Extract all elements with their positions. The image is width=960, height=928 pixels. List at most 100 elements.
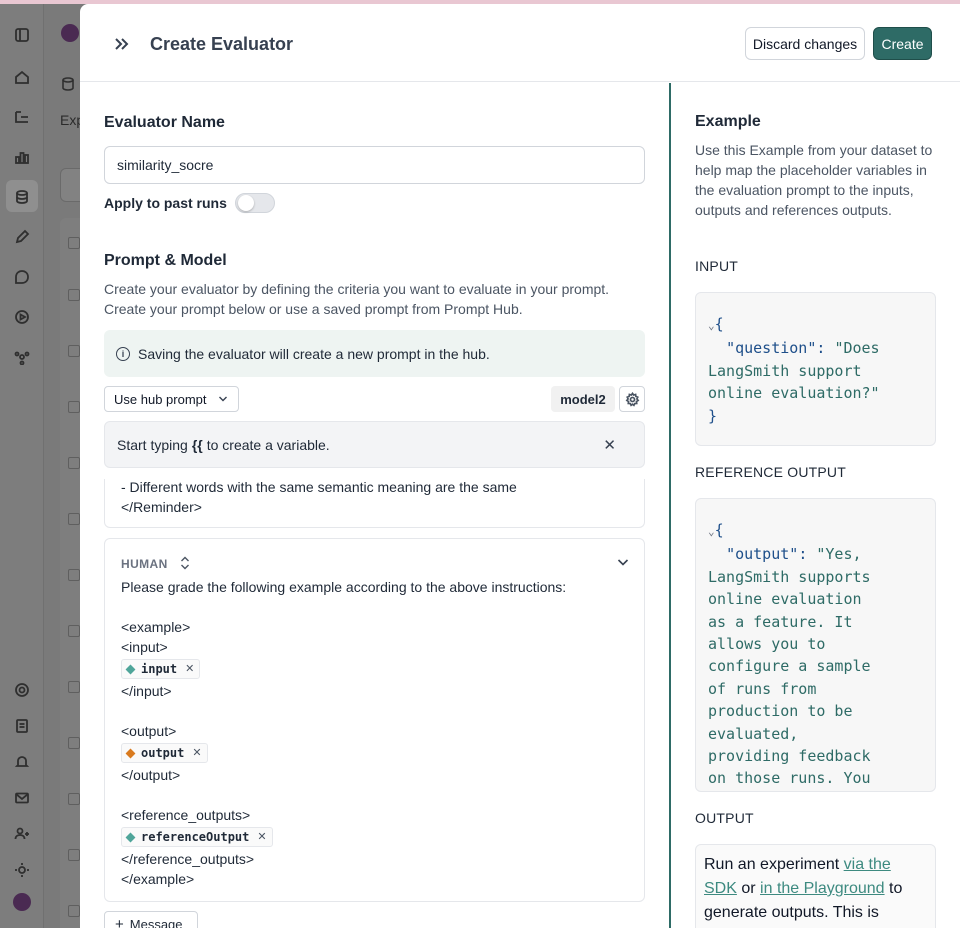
- sidebar-toggle-icon[interactable]: [13, 26, 31, 44]
- apply-past-runs-label: Apply to past runs: [104, 195, 227, 211]
- system-message-line: </Reminder>: [121, 499, 202, 515]
- create-button[interactable]: Create: [873, 27, 932, 60]
- row-checkbox[interactable]: [68, 625, 80, 637]
- create-evaluator-modal: Create Evaluator Discard changes Create …: [80, 4, 960, 928]
- evaluator-name-input[interactable]: similarity_socre: [104, 146, 645, 184]
- message-line: </output>: [121, 767, 181, 783]
- notifications-icon[interactable]: [13, 753, 31, 771]
- prompt-description: Create your evaluator by defining the cr…: [104, 281, 610, 317]
- variable-hint-text-after: to create a variable.: [206, 436, 330, 453]
- json-value-line: evaluated,: [708, 724, 799, 743]
- mail-icon[interactable]: [13, 789, 31, 807]
- system-message-editor[interactable]: - Different words with the same semantic…: [104, 479, 645, 528]
- json-value-line: online evaluation?": [708, 384, 880, 403]
- row-checkbox[interactable]: [68, 345, 80, 357]
- home-icon[interactable]: [13, 68, 31, 86]
- row-checkbox[interactable]: [68, 681, 80, 693]
- datasets-icon[interactable]: [13, 188, 31, 206]
- close-hint-icon[interactable]: ✕: [603, 436, 616, 454]
- reference-json-viewer[interactable]: ⌄{ "output": "Yes, LangSmith supports on…: [695, 498, 936, 792]
- projects-icon[interactable]: [13, 108, 31, 126]
- variable-chip-input[interactable]: input ✕: [121, 659, 201, 679]
- row-checkbox[interactable]: [68, 289, 80, 301]
- json-value-line: on those runs. You: [708, 769, 871, 788]
- row-checkbox[interactable]: [68, 457, 80, 469]
- variable-chip-label: input: [141, 662, 178, 676]
- info-banner: i Saving the evaluator will create a new…: [104, 330, 645, 377]
- chevron-up-down-icon[interactable]: [179, 555, 191, 571]
- double-chevron-right-icon: [115, 38, 129, 50]
- deployments-icon[interactable]: [13, 348, 31, 366]
- json-value-line: configure a sample: [708, 657, 871, 676]
- row-checkbox[interactable]: [68, 237, 80, 249]
- json-value-line: providing feedback: [708, 747, 871, 766]
- example-panel: Example Use this Example from your datas…: [671, 83, 960, 928]
- row-checkbox[interactable]: [68, 849, 80, 861]
- output-text: Run an experiment: [704, 856, 840, 873]
- json-value-line: online evaluation: [708, 590, 862, 609]
- evaluator-form: Evaluator Name similarity_socre Apply to…: [80, 83, 669, 928]
- theme-icon[interactable]: [13, 861, 31, 879]
- variable-chip-reference[interactable]: referenceOutput ✕: [121, 827, 273, 847]
- variable-hint-banner: Start typing {{ to create a variable. ✕: [104, 421, 645, 468]
- collapse-panel-button[interactable]: [108, 32, 134, 56]
- variable-diamond-icon: [125, 832, 136, 842]
- remove-variable-icon[interactable]: ✕: [192, 743, 201, 763]
- row-checkbox[interactable]: [68, 905, 80, 917]
- variable-hint-braces: {{: [191, 436, 203, 453]
- human-message-editor[interactable]: Please grade the following example accor…: [121, 577, 631, 889]
- add-message-button[interactable]: + Message: [104, 911, 198, 928]
- json-value-line: of runs from: [708, 679, 817, 698]
- row-checkbox[interactable]: [68, 401, 80, 413]
- reference-json-content: ⌄{ "output": "Yes, LangSmith supports on…: [708, 521, 871, 788]
- row-checkbox[interactable]: [68, 737, 80, 749]
- prompts-icon[interactable]: [13, 268, 31, 286]
- variable-chip-output[interactable]: output ✕: [121, 743, 208, 763]
- collapse-caret-icon[interactable]: ⌄: [708, 319, 715, 332]
- variable-line: input ✕: [121, 657, 631, 681]
- row-checkbox[interactable]: [68, 569, 80, 581]
- reference-output-label: REFERENCE OUTPUT: [695, 464, 846, 480]
- use-hub-prompt-select[interactable]: Use hub prompt: [104, 386, 239, 412]
- playground-icon[interactable]: [13, 308, 31, 326]
- plus-icon: +: [115, 915, 124, 928]
- variable-hint-text-before: Start typing: [117, 436, 188, 453]
- remove-variable-icon[interactable]: ✕: [257, 827, 266, 847]
- monitoring-icon[interactable]: [13, 148, 31, 166]
- variable-diamond-icon: [125, 748, 136, 758]
- message-role-label[interactable]: HUMAN: [121, 557, 168, 571]
- json-value-line: "Yes,: [816, 545, 862, 564]
- add-user-icon[interactable]: [13, 825, 31, 843]
- input-json-viewer[interactable]: ⌄{ "question": "Does LangSmith support o…: [695, 292, 936, 446]
- example-description: Use this Example from your dataset to he…: [695, 142, 933, 218]
- apply-past-runs-toggle[interactable]: [235, 193, 275, 213]
- in-playground-link[interactable]: in the Playground: [760, 880, 885, 897]
- settings-icon[interactable]: [13, 681, 31, 699]
- json-value-line: LangSmith support: [708, 361, 862, 380]
- user-avatar[interactable]: [13, 893, 31, 911]
- remove-variable-icon[interactable]: ✕: [185, 659, 194, 679]
- info-text: Saving the evaluator will create a new p…: [138, 345, 490, 362]
- chevron-down-icon[interactable]: [616, 555, 630, 569]
- model-selector[interactable]: model2: [551, 386, 615, 412]
- message-line: Please grade the following example accor…: [121, 579, 567, 595]
- input-label: INPUT: [695, 258, 738, 274]
- output-empty-state: Run an experiment via the SDK or in the …: [695, 844, 936, 928]
- discard-changes-button[interactable]: Discard changes: [745, 27, 865, 60]
- prompt-model-heading: Prompt & Model: [104, 252, 227, 269]
- row-checkbox[interactable]: [68, 513, 80, 525]
- toggle-knob: [238, 195, 254, 211]
- row-checkbox[interactable]: [68, 793, 80, 805]
- json-key: "output": [726, 545, 799, 564]
- annotation-icon[interactable]: [13, 228, 31, 246]
- docs-icon[interactable]: [13, 717, 31, 735]
- org-avatar[interactable]: [61, 24, 79, 42]
- system-message-line: - Different words with the same semantic…: [121, 479, 517, 495]
- collapse-caret-icon[interactable]: ⌄: [708, 525, 715, 538]
- model-settings-button[interactable]: [619, 386, 645, 412]
- json-value-line: "Does: [834, 339, 880, 358]
- variable-chip-label: output: [141, 746, 185, 760]
